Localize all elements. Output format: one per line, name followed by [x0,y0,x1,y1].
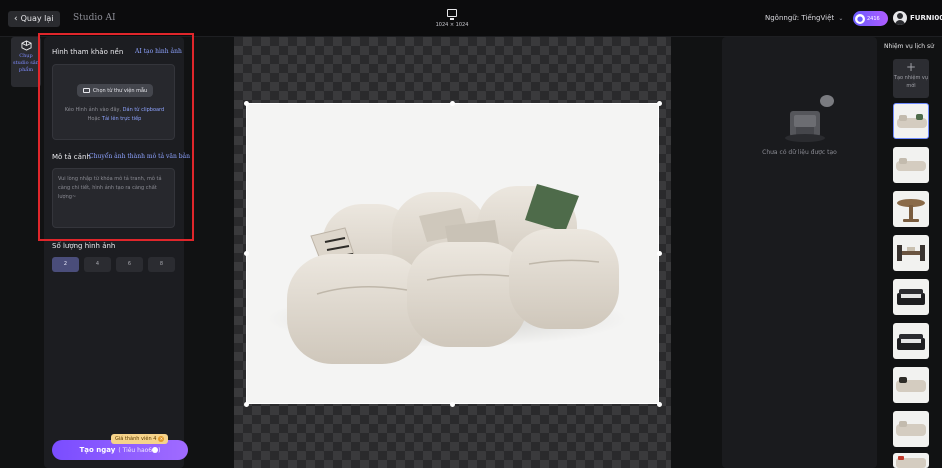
chevron-left-icon: ‹ [14,14,18,24]
plus-icon: + [905,60,917,74]
history-thumb[interactable] [893,367,929,403]
reference-dropzone[interactable]: Chọn từ thư viện mẫu Kéo Hình ảnh vào đâ… [52,64,175,140]
scene-description-input[interactable] [58,175,169,221]
dining-thumb [897,245,925,261]
history-title: Nhiệm vụ lịch sử [884,43,934,50]
history-thumb[interactable] [893,147,929,183]
history-panel: Nhiệm vụ lịch sử + Tạo nhiệm vụ mới [882,37,942,468]
resize-handle-bl[interactable] [244,402,249,407]
create-cost-text: ( Tiêu hao6 [118,446,153,454]
scene-title: Mô tả cảnh [52,153,91,161]
resize-handle-tr[interactable] [657,101,662,106]
monitor-icon [447,9,457,20]
resize-handle-b[interactable] [450,402,455,407]
bed-thumb [897,289,925,305]
resize-handle-r[interactable] [657,251,662,256]
studio-ai-app: ‹ Quay lại Studio AI 1024 × 1024 Ngônngữ… [0,0,942,468]
empty-state-text: Chưa có dữ liệu được tạo [762,149,837,156]
coin-icon: ● [855,13,865,24]
app-title: Studio AI [73,13,116,23]
resize-handle-l[interactable] [244,251,249,256]
image-icon [82,88,90,93]
history-thumb[interactable] [893,191,929,227]
results-panel: Chưa có dữ liệu được tạo [722,37,877,468]
count-option-8[interactable]: 8 [148,257,175,272]
chevron-down-icon: ⌄ [838,15,844,22]
user-icon-body [895,20,905,25]
count-title: Số lượng hình ảnh [52,242,116,250]
paste-clipboard-link[interactable]: Dán từ clipboard [123,107,165,113]
history-thumb[interactable] [893,323,929,359]
drop-hint-text: Kéo Hình ảnh vào đây [64,107,120,113]
history-thumb[interactable] [893,279,929,315]
count-option-4[interactable]: 4 [84,257,111,272]
user-icon [897,13,903,19]
dropzone-hint: Kéo Hình ảnh vào đây, Dán từ clipboard H… [59,106,170,124]
create-cost-end: ) [158,446,161,454]
resize-handle-tl[interactable] [244,101,249,106]
sofa-thumb [896,158,926,171]
username[interactable]: FURNI002 [910,14,942,22]
image-to-text-link[interactable]: Chuyển ảnh thành mô tả văn bản [89,153,190,160]
ai-generate-image-link[interactable]: AI tạo hình ảnh [135,48,182,55]
promo-text: Giá thành viên 4 [115,436,157,442]
reference-title: Hình tham khảo nền [52,48,124,56]
sofa-thumb [897,114,927,128]
history-thumb[interactable] [893,411,929,447]
table-thumb [897,199,925,222]
sofa-thumb [896,421,926,436]
count-option-6[interactable]: 6 [116,257,143,272]
language-value: TiếngViệt [801,14,835,22]
history-thumb[interactable] [893,103,929,139]
product-image[interactable] [246,103,659,404]
image-count-selector: 2 4 6 8 [52,257,175,272]
mode-item-label: Chụp studio sản phẩm [13,53,39,73]
history-thumb[interactable] [893,235,929,271]
scene-description-box [52,168,175,228]
new-task-label: Tạo nhiệm vụ mới [893,75,929,89]
create-cost: ( Tiêu hao6) [118,447,160,454]
credits-count: 2416 [867,15,880,22]
canvas-size-selector[interactable]: 1024 × 1024 [432,9,472,28]
back-label: Quay lại [20,14,54,23]
canvas-size-label: 1024 × 1024 [435,22,469,28]
empty-box-icon [785,95,834,142]
editor-canvas[interactable] [234,37,671,468]
sofa-image [267,184,627,364]
sofa-thumb [896,377,926,392]
bed-thumb [897,334,925,350]
upload-direct-link[interactable]: Tải lên trực tiếp [102,116,141,122]
member-price-badge: Giá thành viên 4 × [111,434,169,444]
back-button[interactable]: ‹ Quay lại [8,11,60,27]
cube-icon [20,40,32,51]
drop-hint-or: Hoặc [87,116,102,122]
pick-from-library-button[interactable]: Chọn từ thư viện mẫu [77,84,153,97]
history-thumb[interactable] [893,453,929,468]
language-selector[interactable]: Ngônngữ: TiếngViệt ⌄ [765,14,843,22]
mode-nav: Chụp studio sản phẩm [11,37,41,468]
settings-panel: Hình tham khảo nền AI tạo hình ảnh Chọn … [44,37,190,468]
pick-library-label: Chọn từ thư viện mẫu [92,87,148,94]
avatar[interactable] [893,11,907,25]
resize-handle-t[interactable] [450,101,455,106]
sofa-thumb [896,456,926,468]
resize-handle-br[interactable] [657,402,662,407]
language-label: Ngônngữ: [765,14,800,22]
count-option-2[interactable]: 2 [52,257,79,272]
new-task-button[interactable]: + Tạo nhiệm vụ mới [893,59,929,98]
create-label: Tạo ngay [79,446,116,454]
mode-item-product-studio[interactable]: Chụp studio sản phẩm [11,37,41,87]
top-bar: ‹ Quay lại Studio AI 1024 × 1024 Ngônngữ… [0,0,942,37]
credits-badge[interactable]: ● 2416 [853,11,888,26]
close-icon[interactable]: × [158,436,165,442]
